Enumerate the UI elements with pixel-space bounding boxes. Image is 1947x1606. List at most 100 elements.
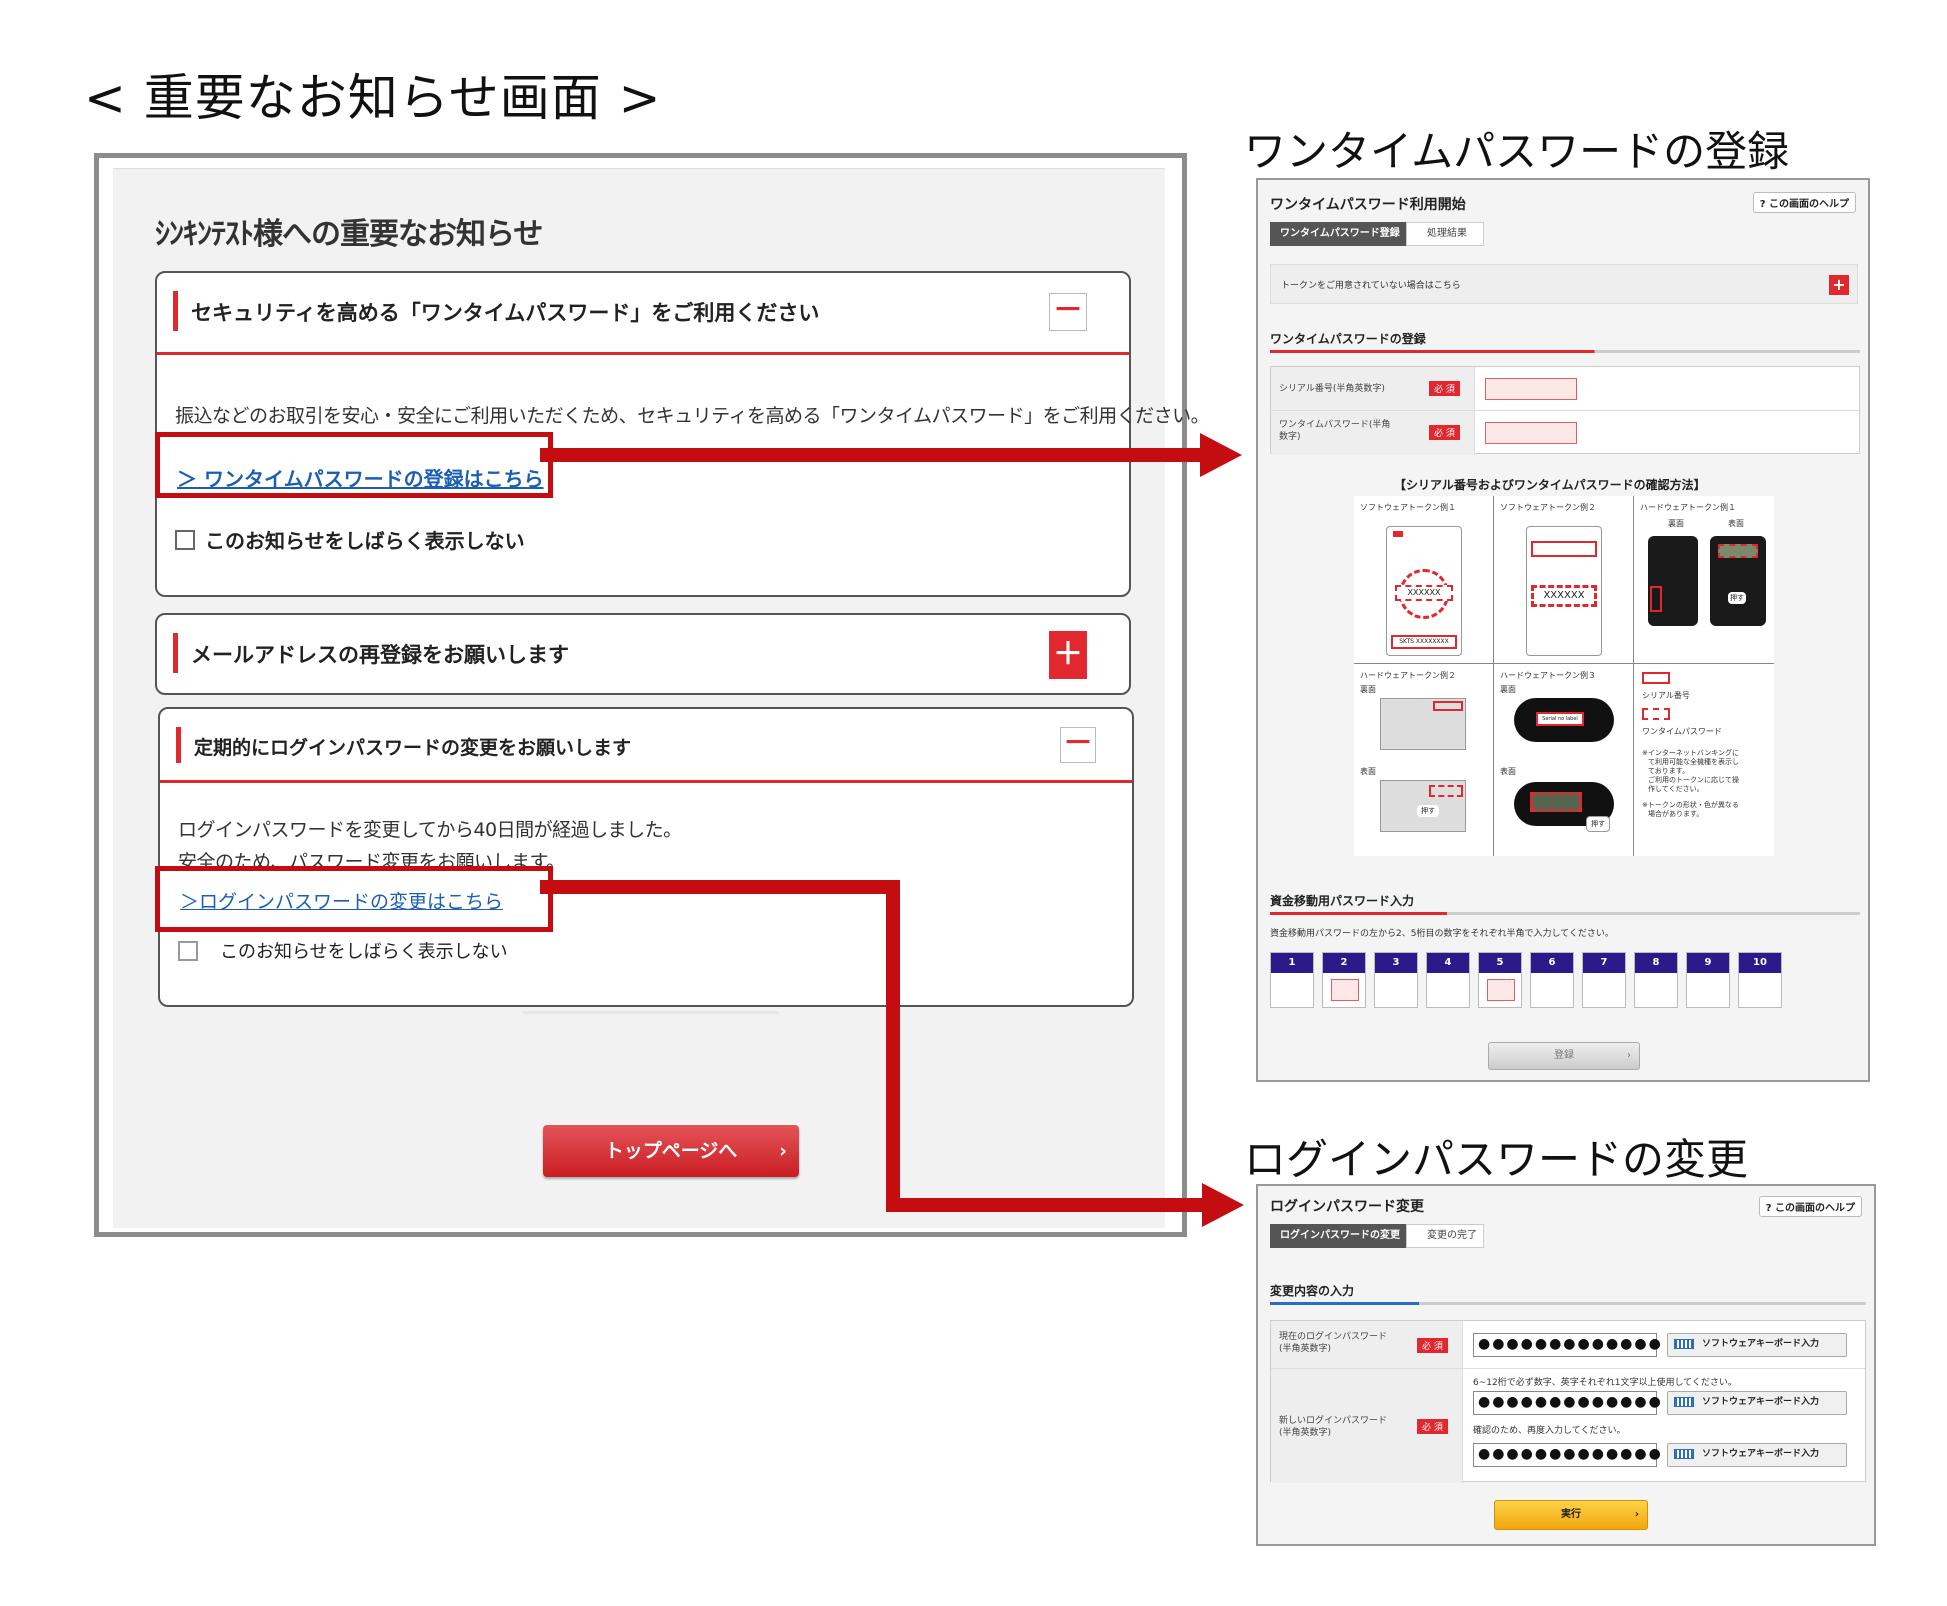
otp-input[interactable]: [1485, 422, 1577, 444]
section-underline: [1270, 1302, 1866, 1305]
digit-cell: 6: [1530, 952, 1574, 1008]
software-keyboard-button[interactable]: ソフトウェアキーボード入力: [1667, 1333, 1847, 1357]
otp-caption: ワンタイムパスワードの登録: [1244, 127, 1790, 176]
chevron-right-icon: ›: [1634, 1509, 1639, 1520]
hardware-token-back-image: [1648, 536, 1698, 626]
hide-notice-checkbox-row[interactable]: このお知らせをしばらく表示しない: [175, 525, 525, 554]
new-password-input[interactable]: ●●●●●●●●●●●●●: [1473, 1391, 1661, 1415]
token-label: ハードウェアトークン例３: [1500, 671, 1596, 680]
accent-bar: [173, 633, 178, 673]
back-label: 裏面: [1500, 685, 1516, 694]
accent-bar: [173, 291, 178, 331]
front-label: 表面: [1360, 767, 1376, 776]
serial-highlight: [1650, 586, 1662, 612]
serial-highlight: Serial no label: [1536, 712, 1584, 726]
chevron-right-icon: ›: [1627, 1050, 1631, 1061]
collapse-toggle-button[interactable]: －: [1049, 293, 1087, 331]
help-button[interactable]: ? この画面のヘルプ: [1758, 1196, 1862, 1217]
serial-label: シリアル番号(半角英数字): [1279, 384, 1385, 394]
arrow-head-otp: [1200, 433, 1242, 477]
keyboard-icon: [1674, 1338, 1694, 1349]
otp-label-line1: ワンタイムパスワード(半角: [1279, 420, 1391, 430]
hide-notice-checkbox-row[interactable]: このお知らせをしばらく表示しない: [178, 937, 508, 964]
token-label: ハードウェアトークン例１: [1640, 503, 1736, 512]
arrow-head-login: [1202, 1183, 1244, 1227]
accordion-password-notice: 定期的にログインパスワードの変更をお願いします － ログインパスワードを変更して…: [158, 707, 1134, 1007]
arrow-to-otp: [540, 448, 1204, 462]
legend-serial-label: シリアル番号: [1642, 691, 1690, 700]
current-password-input[interactable]: ●●●●●●●●●●●●●: [1473, 1333, 1661, 1357]
execute-button[interactable]: 実行 ›: [1494, 1500, 1648, 1530]
checkbox-label: このお知らせをしばらく表示しない: [205, 529, 525, 553]
accordion-header[interactable]: 定期的にログインパスワードの変更をお願いします －: [160, 709, 1132, 783]
software-keyboard-button[interactable]: ソフトウェアキーボード入力: [1667, 1443, 1847, 1467]
digit-cell: 9: [1686, 952, 1730, 1008]
step-next: 変更の完了: [1406, 1224, 1484, 1248]
password-link-highlight: [155, 866, 553, 932]
arrow-to-login-segment2: [886, 880, 900, 1212]
confirm-password-input[interactable]: ●●●●●●●●●●●●●: [1473, 1443, 1661, 1467]
collapse-toggle-button[interactable]: －: [1060, 727, 1096, 763]
important-notice-screen: ｼﾝｷﾝﾃｽﾄ様への重要なお知らせ セキュリティを高める「ワンタイムパスワード」…: [94, 153, 1210, 1237]
chevron-right-icon: ›: [779, 1140, 787, 1162]
top-page-button[interactable]: トップページへ ›: [543, 1125, 799, 1177]
serial-highlight: [1433, 701, 1463, 711]
digit-input[interactable]: [1487, 979, 1515, 1001]
digit-position-label: 1: [1271, 953, 1313, 973]
expand-plus-icon[interactable]: +: [1829, 275, 1849, 295]
required-badge: 必 須: [1429, 381, 1460, 396]
digit-input[interactable]: [1331, 979, 1359, 1001]
help-button[interactable]: ? この画面のヘルプ: [1752, 192, 1856, 213]
otp-row: ワンタイムパスワード(半角 数字) 必 須: [1271, 411, 1859, 455]
token-label: ソフトウェアトークン例１: [1360, 503, 1456, 512]
digit-position-label: 9: [1687, 953, 1729, 973]
current-password-label-line1: 現在のログインパスワード: [1279, 1332, 1388, 1342]
register-button[interactable]: 登録 ›: [1488, 1042, 1640, 1070]
serial-number-input[interactable]: [1485, 378, 1577, 400]
digit-cell: 2: [1322, 952, 1366, 1008]
digit-position-label: 3: [1375, 953, 1417, 973]
note1-line5: 作してください。: [1648, 785, 1704, 793]
back-label: 裏面: [1360, 685, 1376, 694]
software-keyboard-button[interactable]: ソフトウェアキーボード入力: [1667, 1391, 1847, 1415]
step-current: ログインパスワードの変更: [1270, 1224, 1418, 1248]
otp-link-highlight: [155, 432, 553, 498]
front-label: 表面: [1500, 767, 1516, 776]
hide-notice-checkbox[interactable]: [178, 940, 198, 961]
otp-label-line2: 数字): [1279, 432, 1301, 442]
scroll-indicator: [523, 1011, 779, 1014]
accordion-header[interactable]: セキュリティを高める「ワンタイムパスワード」をご利用ください －: [157, 273, 1129, 355]
digit-input-row: 1 2 3 4 5 6 7 8 9 10: [1270, 952, 1860, 1012]
password-rule-note: 6~12桁で必ず数字、英字それぞれ1文字以上使用してください。: [1473, 1378, 1737, 1388]
digit-cell: 4: [1426, 952, 1470, 1008]
screen-title: ログインパスワード変更: [1270, 1199, 1424, 1215]
serial-highlight: [1531, 541, 1597, 557]
hide-notice-checkbox[interactable]: [175, 529, 195, 550]
accordion-header[interactable]: メールアドレスの再登録をお願いします ＋: [157, 615, 1129, 697]
token-example-3: ハードウェアトークン例１ 裏面 表面 押す: [1634, 496, 1774, 664]
required-badge: 必 須: [1417, 1419, 1448, 1434]
otp-registration-screen: ワンタイムパスワード利用開始 ? この画面のヘルプ ワンタイムパスワード登録 処…: [1256, 178, 1870, 1082]
accordion-title: セキュリティを高める「ワンタイムパスワード」をご利用ください: [191, 301, 820, 325]
step-current: ワンタイムパスワード登録: [1270, 222, 1418, 246]
token-notice-bar[interactable]: トークンをご用意されていない場合はこちら +: [1270, 264, 1858, 304]
digit-cell: 3: [1374, 952, 1418, 1008]
arrow-to-login-segment3: [886, 1198, 1206, 1212]
digit-position-label: 10: [1739, 953, 1781, 973]
accordion-title: 定期的にログインパスワードの変更をお願いします: [194, 737, 632, 759]
otp-display-highlight: [1718, 544, 1758, 558]
front-label: 表面: [1728, 519, 1744, 528]
section-heading: ワンタイムパスワードの登録: [1270, 332, 1426, 346]
current-password-row: 現在のログインパスワード (半角英数字) 必 須 ●●●●●●●●●●●●● ソ…: [1271, 1321, 1865, 1369]
new-password-row: 新しいログインパスワード (半角英数字) 必 須 6~12桁で必ず数字、英字それ…: [1271, 1369, 1865, 1483]
transfer-heading: 資金移動用パスワード入力: [1270, 894, 1415, 908]
digit-position-label: 5: [1479, 953, 1521, 973]
login-password-caption: ログインパスワードの変更: [1244, 1135, 1749, 1184]
otp-code-highlight: XXXXXX: [1395, 585, 1453, 601]
token-example-4: ハードウェアトークン例２ 裏面 表面 押す: [1354, 664, 1494, 856]
logo-icon: [1393, 531, 1403, 537]
required-badge: 必 須: [1429, 425, 1460, 440]
notice-body-text-line1: ログインパスワードを変更してから40日間が経過しました。: [178, 819, 682, 841]
expand-toggle-button[interactable]: ＋: [1049, 631, 1087, 679]
new-password-label-line2: (半角英数字): [1279, 1428, 1332, 1438]
